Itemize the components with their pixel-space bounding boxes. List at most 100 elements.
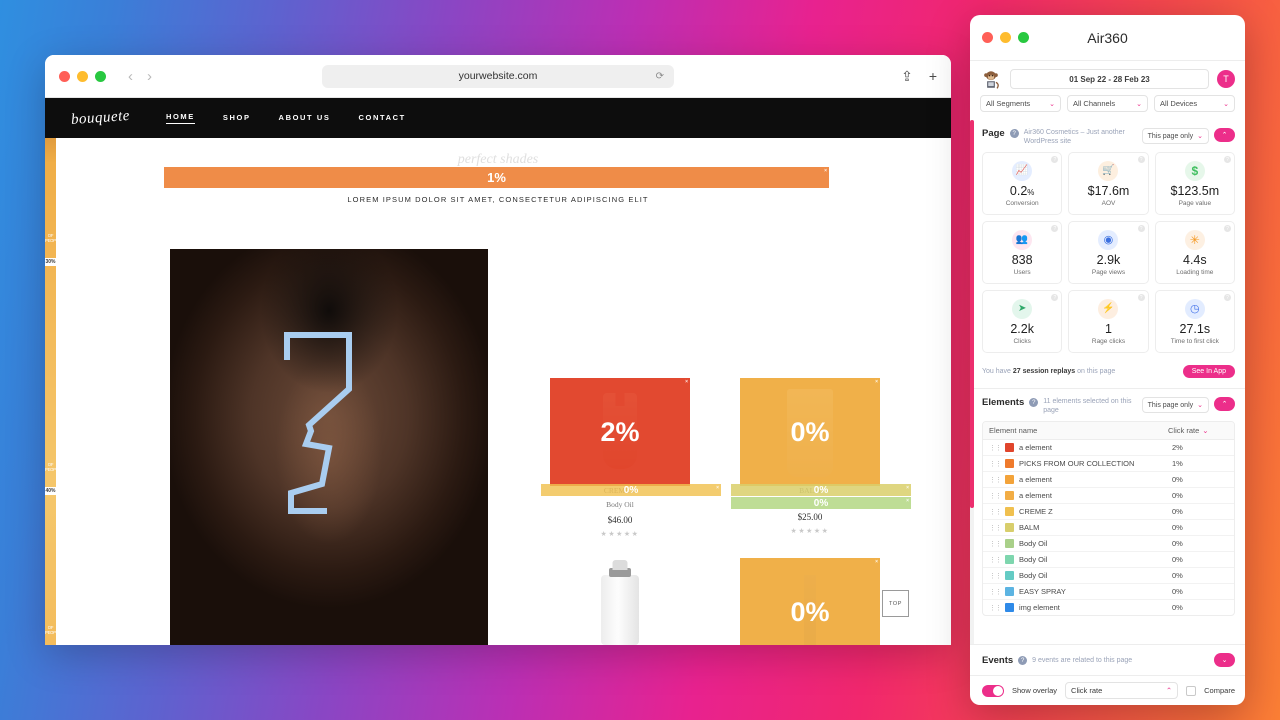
table-row[interactable]: ⋮⋮ Body Oil 0%: [983, 568, 1234, 585]
share-icon[interactable]: ⇪: [901, 68, 913, 85]
overlay-metric-select[interactable]: Click rate ⌃: [1065, 682, 1179, 699]
info-icon[interactable]: ?: [1051, 225, 1059, 233]
heatmap-overlay-product-title-1[interactable]: 0% ×: [541, 484, 721, 496]
scroll-depth-rail[interactable]: OF PEOPLE 30% OF PEOPLE 40% OF PEOPLE: [45, 138, 61, 645]
metric-card-rage-clicks[interactable]: ? ⚡ 1 Rage clicks: [1068, 290, 1149, 354]
overlay-close-icon[interactable]: ×: [875, 379, 878, 385]
elements-section-collapse-button[interactable]: ⌃: [1214, 397, 1235, 412]
product-image-1[interactable]: 2% ×: [550, 378, 690, 486]
info-icon[interactable]: ?: [1224, 156, 1231, 164]
user-avatar[interactable]: T: [1217, 70, 1235, 88]
drag-handle-icon[interactable]: ⋮⋮: [989, 588, 1002, 596]
table-row[interactable]: ⋮⋮ Body Oil 0%: [983, 536, 1234, 553]
info-icon[interactable]: ?: [1051, 156, 1059, 164]
minimize-window-button[interactable]: [77, 70, 88, 82]
drag-handle-icon[interactable]: ⋮⋮: [989, 492, 1002, 500]
date-range-picker[interactable]: 01 Sep 22 - 28 Feb 23: [1010, 69, 1209, 89]
drag-handle-icon[interactable]: ⋮⋮: [989, 556, 1002, 564]
metric-card-time-to-first-click[interactable]: ? ◷ 27.1s Time to first click: [1154, 290, 1235, 354]
product-image-2[interactable]: 0% ×: [740, 378, 880, 486]
segments-select[interactable]: All Segments ⌄: [980, 95, 1061, 112]
drag-handle-icon[interactable]: ⋮⋮: [989, 476, 1002, 484]
table-row[interactable]: ⋮⋮ CREME Z 0%: [983, 504, 1234, 521]
page-section-collapse-button[interactable]: ⌃: [1214, 128, 1235, 142]
heatmap-overlay-product-1[interactable]: 2% ×: [550, 378, 690, 486]
heatmap-overlay-product-2[interactable]: 0% ×: [740, 378, 880, 486]
metric-card-conversion[interactable]: ? 📈 0.2% Conversion: [982, 152, 1063, 216]
product-image-4[interactable]: 0% ×: [740, 558, 880, 645]
table-row[interactable]: ⋮⋮ BALM 0%: [983, 520, 1234, 537]
overlay-close-icon[interactable]: ×: [906, 498, 909, 504]
heatmap-overlay-product-4[interactable]: 0% ×: [740, 558, 880, 645]
help-icon[interactable]: ?: [1018, 656, 1028, 665]
see-in-app-button[interactable]: See In App: [1182, 365, 1235, 379]
show-overlay-toggle[interactable]: [982, 684, 1004, 697]
drag-handle-icon[interactable]: ⋮⋮: [989, 572, 1002, 580]
compare-checkbox[interactable]: [1186, 685, 1197, 696]
overlay-close-icon[interactable]: ×: [716, 485, 719, 491]
hero-model-image[interactable]: [170, 249, 488, 645]
heatmap-overlay-headline[interactable]: 1% ×: [164, 167, 829, 188]
site-nav-shop[interactable]: SHOP: [223, 113, 251, 124]
product-card-1[interactable]: 2% × CREME Z 0% × Body Oil $46.00 ★★★★★: [541, 378, 721, 538]
overlay-close-icon[interactable]: ×: [875, 559, 878, 565]
reload-icon[interactable]: ⟳: [656, 71, 664, 82]
site-nav-about-us[interactable]: ABOUT US: [279, 113, 331, 124]
product-image-3[interactable]: [550, 558, 690, 645]
info-icon[interactable]: ?: [1051, 294, 1059, 302]
site-nav-contact[interactable]: CONTACT: [359, 113, 406, 124]
table-row[interactable]: ⋮⋮ a element 0%: [983, 488, 1234, 505]
product-card-4[interactable]: 0% × TINT BALM 0% × $25.00 ★★★★★: [740, 558, 880, 645]
drag-handle-icon[interactable]: ⋮⋮: [989, 524, 1002, 532]
site-nav-home[interactable]: HOME: [165, 112, 195, 124]
drag-handle-icon[interactable]: ⋮⋮: [989, 460, 1002, 468]
metric-card-aov[interactable]: ? 🛒 $17.6m AOV: [1068, 152, 1149, 216]
back-icon[interactable]: ‹: [128, 68, 133, 85]
page-scope-select[interactable]: This page only ⌄: [1141, 128, 1209, 144]
metric-card-page-value[interactable]: ? $ $123.5m Page value: [1154, 152, 1235, 216]
scroll-to-top-button[interactable]: TOP: [882, 590, 909, 617]
table-row[interactable]: ⋮⋮ Body Oil 0%: [983, 552, 1234, 569]
overlay-close-icon[interactable]: ×: [824, 168, 827, 174]
table-row[interactable]: ⋮⋮ img element 0%: [983, 600, 1234, 615]
table-row[interactable]: ⋮⋮ EASY SPRAY 0%: [983, 584, 1234, 601]
info-icon[interactable]: ?: [1224, 225, 1231, 233]
forward-icon[interactable]: ›: [147, 68, 152, 85]
drag-handle-icon[interactable]: ⋮⋮: [989, 444, 1002, 452]
info-icon[interactable]: ?: [1224, 294, 1231, 302]
site-logo[interactable]: bouquete: [70, 107, 130, 128]
metric-card-users[interactable]: ? 👥 838 Users: [982, 221, 1063, 285]
heatmap-overlay-product-title-2[interactable]: 0% ×: [731, 484, 911, 496]
info-icon[interactable]: ?: [1137, 225, 1145, 233]
product-card-2[interactable]: 0% × BALM 0% × 0% ×: [731, 378, 911, 538]
maximize-window-button[interactable]: [95, 70, 106, 82]
events-section-expand-button[interactable]: ⌄: [1214, 653, 1235, 667]
drag-handle-icon[interactable]: ⋮⋮: [989, 508, 1002, 516]
overlay-close-icon[interactable]: ×: [906, 485, 909, 491]
close-window-button[interactable]: [59, 70, 70, 82]
address-bar[interactable]: yourwebsite.com ⟳: [322, 64, 674, 88]
help-icon[interactable]: ?: [1029, 398, 1039, 408]
overlay-close-icon[interactable]: ×: [685, 379, 688, 385]
table-row[interactable]: ⋮⋮ PICKS FROM OUR COLLECTION 1%: [983, 456, 1234, 473]
metric-card-loading-time[interactable]: ? ✳ 4.4s Loading time: [1154, 221, 1235, 285]
column-header-element-name[interactable]: Element name: [989, 426, 1168, 435]
table-row[interactable]: ⋮⋮ a element 2%: [983, 440, 1234, 457]
panel-scrollbar[interactable]: [970, 120, 974, 644]
scroll-depth-label-3: OF PEOPLE: [45, 625, 61, 635]
elements-scope-select[interactable]: This page only ⌄: [1141, 397, 1209, 414]
devices-select[interactable]: All Devices ⌄: [1154, 95, 1235, 112]
new-tab-icon[interactable]: +: [929, 68, 937, 85]
metric-card-clicks[interactable]: ? ➤ 2.2k Clicks: [982, 290, 1063, 354]
column-header-click-rate[interactable]: Click rate ⌄: [1168, 426, 1228, 435]
table-row[interactable]: ⋮⋮ a element 0%: [983, 472, 1234, 489]
heatmap-overlay-product-extra-2[interactable]: 0% ×: [731, 497, 911, 509]
metric-card-page-views[interactable]: ? ◉ 2.9k Page views: [1068, 221, 1149, 285]
drag-handle-icon[interactable]: ⋮⋮: [989, 604, 1002, 612]
product-card-3[interactable]: 0% × 0% × $28.00 ★★★★★: [550, 558, 690, 645]
info-icon[interactable]: ?: [1137, 156, 1145, 164]
drag-handle-icon[interactable]: ⋮⋮: [989, 540, 1002, 548]
help-icon[interactable]: ?: [1009, 129, 1019, 138]
info-icon[interactable]: ?: [1137, 294, 1145, 302]
channels-select[interactable]: All Channels ⌄: [1067, 95, 1148, 112]
